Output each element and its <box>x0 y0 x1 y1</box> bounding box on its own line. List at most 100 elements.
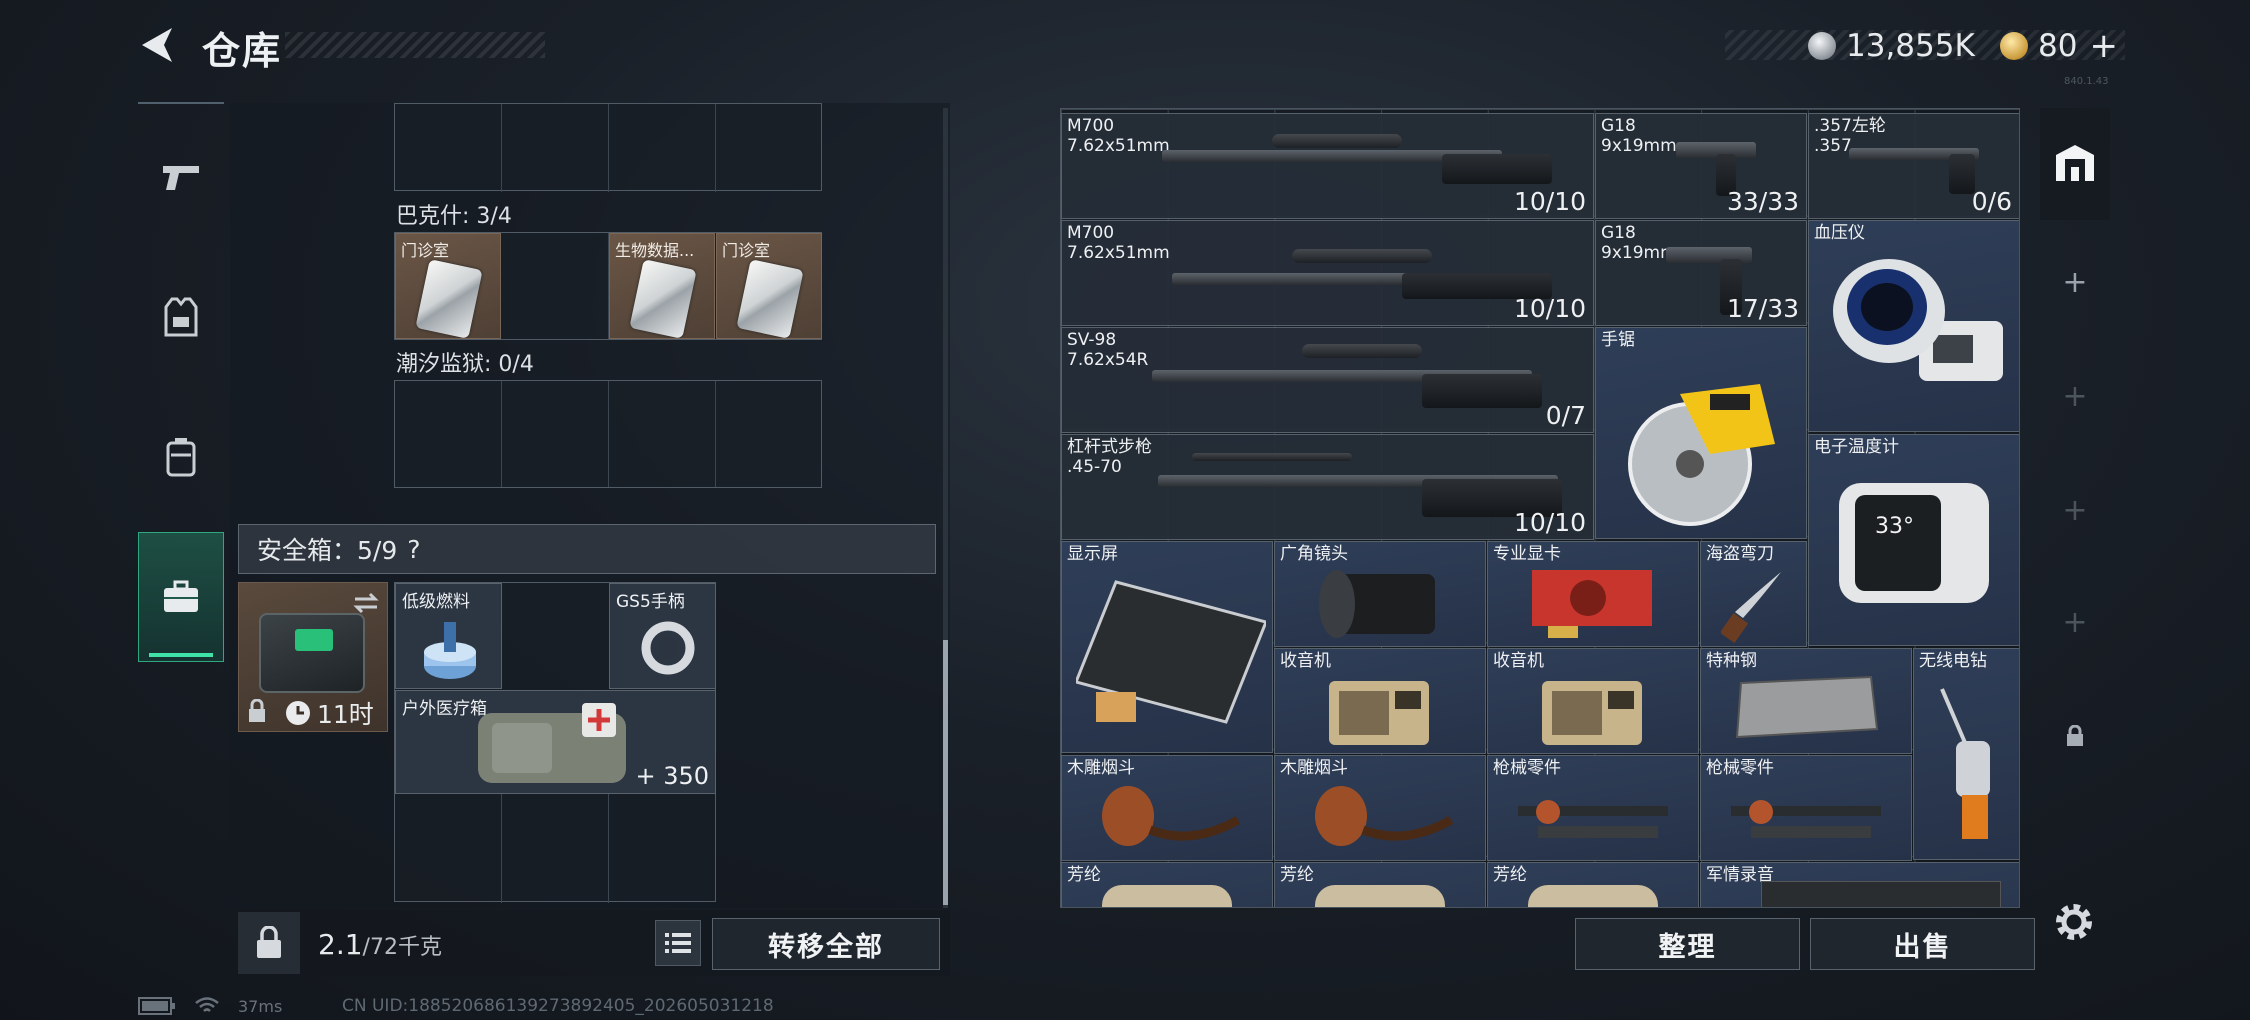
ammo-count: 33/33 <box>1726 187 1799 216</box>
silver-currency: 13,855K <box>1808 28 1975 64</box>
ammo-count: 10/10 <box>1513 187 1586 216</box>
ammo-count: 0/7 <box>1545 401 1586 430</box>
wide-angle-lens-item[interactable]: 广角镜头 <box>1274 541 1486 647</box>
aramid-item[interactable]: 芳纶 <box>1061 862 1273 907</box>
nav-safebox-tab[interactable] <box>138 532 224 662</box>
biodata-keycard-item[interactable]: 生物数据... <box>609 233 715 339</box>
lock-button[interactable] <box>238 912 300 974</box>
nav-armor-tab[interactable] <box>138 262 224 372</box>
carved-pipe-item[interactable]: 木雕烟斗 <box>1061 755 1273 861</box>
stash-page-1-tab[interactable] <box>2040 108 2110 220</box>
gs5-grip-item[interactable]: GS5手柄 <box>609 583 716 689</box>
safebox-help-button[interactable]: ? <box>407 535 420 564</box>
stash-add-tab-button[interactable]: + <box>2040 454 2110 566</box>
item-label: M700 7.62x51mm <box>1067 116 1170 156</box>
fabric-roll-icon <box>1315 885 1445 907</box>
list-view-button[interactable] <box>655 920 701 966</box>
wifi-icon <box>195 997 219 1012</box>
m700-rifle-item[interactable]: M700 7.62x51mm 10/10 <box>1061 220 1594 326</box>
aramid-item[interactable]: 芳纶 <box>1274 862 1486 907</box>
rifle-stock <box>1422 374 1542 408</box>
keycard-icon <box>736 259 804 338</box>
heal-amount: + 350 <box>635 762 709 790</box>
radio-item[interactable]: 收音机 <box>1487 648 1699 754</box>
gold-amount: 80 <box>2038 28 2078 64</box>
special-steel-item[interactable]: 特种钢 <box>1700 648 1912 754</box>
monitor-screen-item[interactable]: 显示屏 <box>1061 541 1273 753</box>
gun-parts-item[interactable]: 枪械零件 <box>1487 755 1699 861</box>
blood-pressure-monitor-item[interactable]: 血压仪 <box>1808 220 2019 432</box>
armor-vest-icon <box>164 297 198 337</box>
gun-parts-item[interactable]: 枪械零件 <box>1700 755 1912 861</box>
circular-saw-item[interactable]: 手锯 <box>1595 327 1807 539</box>
item-label: 芳纶 <box>1067 865 1101 885</box>
stash-locked-tab <box>2040 680 2110 792</box>
gun-parts-icon <box>1731 800 1881 838</box>
circular-saw-icon <box>1628 384 1775 526</box>
settings-gear-icon[interactable] <box>2052 900 2096 944</box>
fuel-can-icon <box>424 622 476 679</box>
fabric-roll-icon <box>1528 885 1658 907</box>
carved-pipe-item[interactable]: 木雕烟斗 <box>1274 755 1486 861</box>
sv98-rifle-item[interactable]: SV-98 7.62x54R 0/7 <box>1061 327 1594 433</box>
ammo-count: 0/6 <box>1971 187 2012 216</box>
digital-thermometer-item[interactable]: 电子温度计 33° <box>1808 434 2019 646</box>
outdoor-medkit-item[interactable]: 户外医疗箱 + 350 <box>395 690 716 794</box>
thermometer-display: 33° <box>1875 514 1914 539</box>
m700-rifle-item[interactable]: M700 7.62x51mm 10/10 <box>1061 113 1594 219</box>
item-label: 无线电钻 <box>1919 651 1987 671</box>
steel-plate-icon <box>1735 675 1879 739</box>
item-label: 生物数据... <box>615 241 695 260</box>
user-uid: CN UID:188520686139273892405_20260503121… <box>342 996 774 1016</box>
briefcase-icon <box>164 580 198 612</box>
aramid-item[interactable]: 芳纶 <box>1487 862 1699 907</box>
pistol-icon <box>163 166 199 190</box>
g18-pistol-item[interactable]: G18 9x19mm 33/33 <box>1595 113 1807 219</box>
sort-button[interactable]: 整理 <box>1575 918 1800 970</box>
g18-pistol-item[interactable]: G18 9x19mm 17/33 <box>1595 220 1807 326</box>
swap-icon[interactable] <box>351 591 381 615</box>
item-label: 血压仪 <box>1814 223 1865 243</box>
lock-icon <box>257 926 281 958</box>
item-label: 杠杆式步枪 .45-70 <box>1067 437 1152 477</box>
gold-currency[interactable]: 80 + <box>2000 26 2118 66</box>
safebox-header: 安全箱：5/9 ? <box>238 524 936 574</box>
stash-vault-icon <box>2056 145 2094 181</box>
transfer-all-button[interactable]: 转移全部 <box>712 918 940 970</box>
intel-recording-item[interactable]: 军情录音 <box>1700 862 2019 907</box>
stash-add-tab-button[interactable]: + <box>2040 340 2110 452</box>
nav-backpack-tab[interactable] <box>138 402 224 512</box>
pipe-icon <box>1102 786 1241 846</box>
add-gold-button[interactable]: + <box>2089 26 2118 66</box>
cordless-drill-item[interactable]: 无线电钻 <box>1913 648 2019 860</box>
fabric-roll-icon <box>1102 885 1232 907</box>
item-label: 枪械零件 <box>1493 758 1561 778</box>
lever-action-rifle-item[interactable]: 杠杆式步枪 .45-70 10/10 <box>1061 434 1594 540</box>
rifle-scope <box>1292 249 1432 263</box>
stash-add-tab-button[interactable]: + <box>2040 226 2110 338</box>
item-label: 特种钢 <box>1706 651 1757 671</box>
357-revolver-item[interactable]: .357左轮 .357 0/6 <box>1808 113 2019 219</box>
clinic-keycard-item[interactable]: 门诊室 <box>716 233 822 339</box>
pro-graphics-card-item[interactable]: 专业显卡 <box>1487 541 1699 647</box>
backpack-icon <box>166 438 196 477</box>
safebox-slot[interactable]: 11时 <box>238 582 388 732</box>
low-grade-fuel-item[interactable]: 低级燃料 <box>395 583 502 689</box>
drill-icon <box>1940 688 1990 839</box>
sell-button[interactable]: 出售 <box>1810 918 2035 970</box>
stash-add-tab-button[interactable]: + <box>2040 566 2110 678</box>
version-text: 840.1.43 <box>2064 76 2109 87</box>
safebox-image <box>259 613 365 693</box>
nav-weapons-tab[interactable] <box>138 122 224 232</box>
weight-max: /72千克 <box>362 935 442 960</box>
carry-weight: 2.1/72千克 <box>318 928 442 961</box>
item-label: 显示屏 <box>1067 544 1118 564</box>
silver-amount: 13,855K <box>1846 28 1975 64</box>
inventory-scrollbar-thumb[interactable] <box>943 640 948 905</box>
clinic-keycard-item[interactable]: 门诊室 <box>395 233 501 339</box>
radio-item[interactable]: 收音机 <box>1274 648 1486 754</box>
pirate-cutlass-item[interactable]: 海盗弯刀 <box>1700 541 1807 647</box>
back-arrow-icon[interactable] <box>138 24 180 66</box>
keycard-icon <box>629 259 697 338</box>
safebox-timer: 11时 <box>285 695 374 731</box>
